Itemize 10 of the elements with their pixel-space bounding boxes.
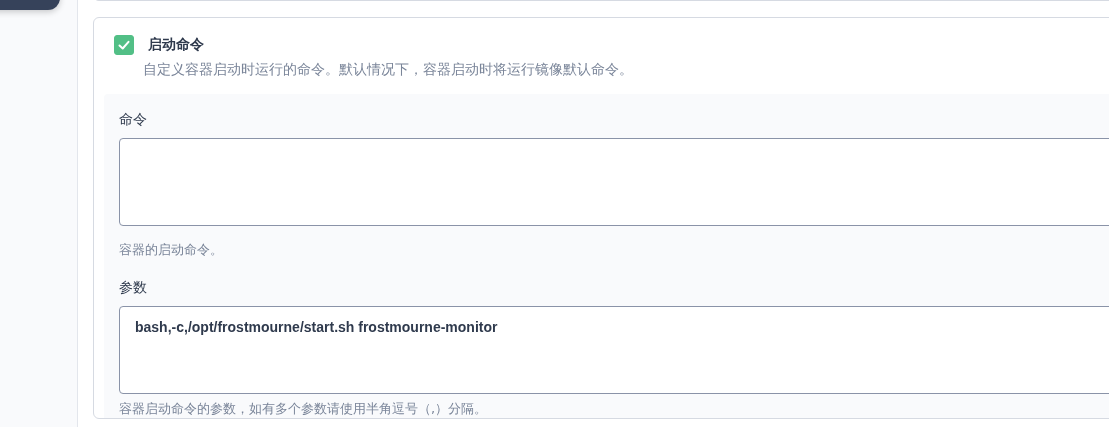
- checkbox[interactable]: [114, 35, 134, 55]
- check-icon: [117, 38, 131, 52]
- field-help: 容器启动命令的参数，如有多个参数请使用半角逗号（,）分隔。: [119, 400, 489, 418]
- section-description: 自定义容器启动时运行的命令。默认情况下，容器启动时将运行镜像默认命令。: [143, 61, 634, 79]
- section-title: 启动命令: [148, 36, 204, 54]
- input-field[interactable]: bash,-c,/opt/frostmourne/start.sh frostmourne-monitor: [119, 306, 1109, 394]
- input-field[interactable]: [119, 138, 1109, 226]
- field-label: 命令: [119, 111, 148, 129]
- field-label: 参数: [119, 279, 148, 297]
- field-help: 容器的启动命令。: [119, 241, 224, 259]
